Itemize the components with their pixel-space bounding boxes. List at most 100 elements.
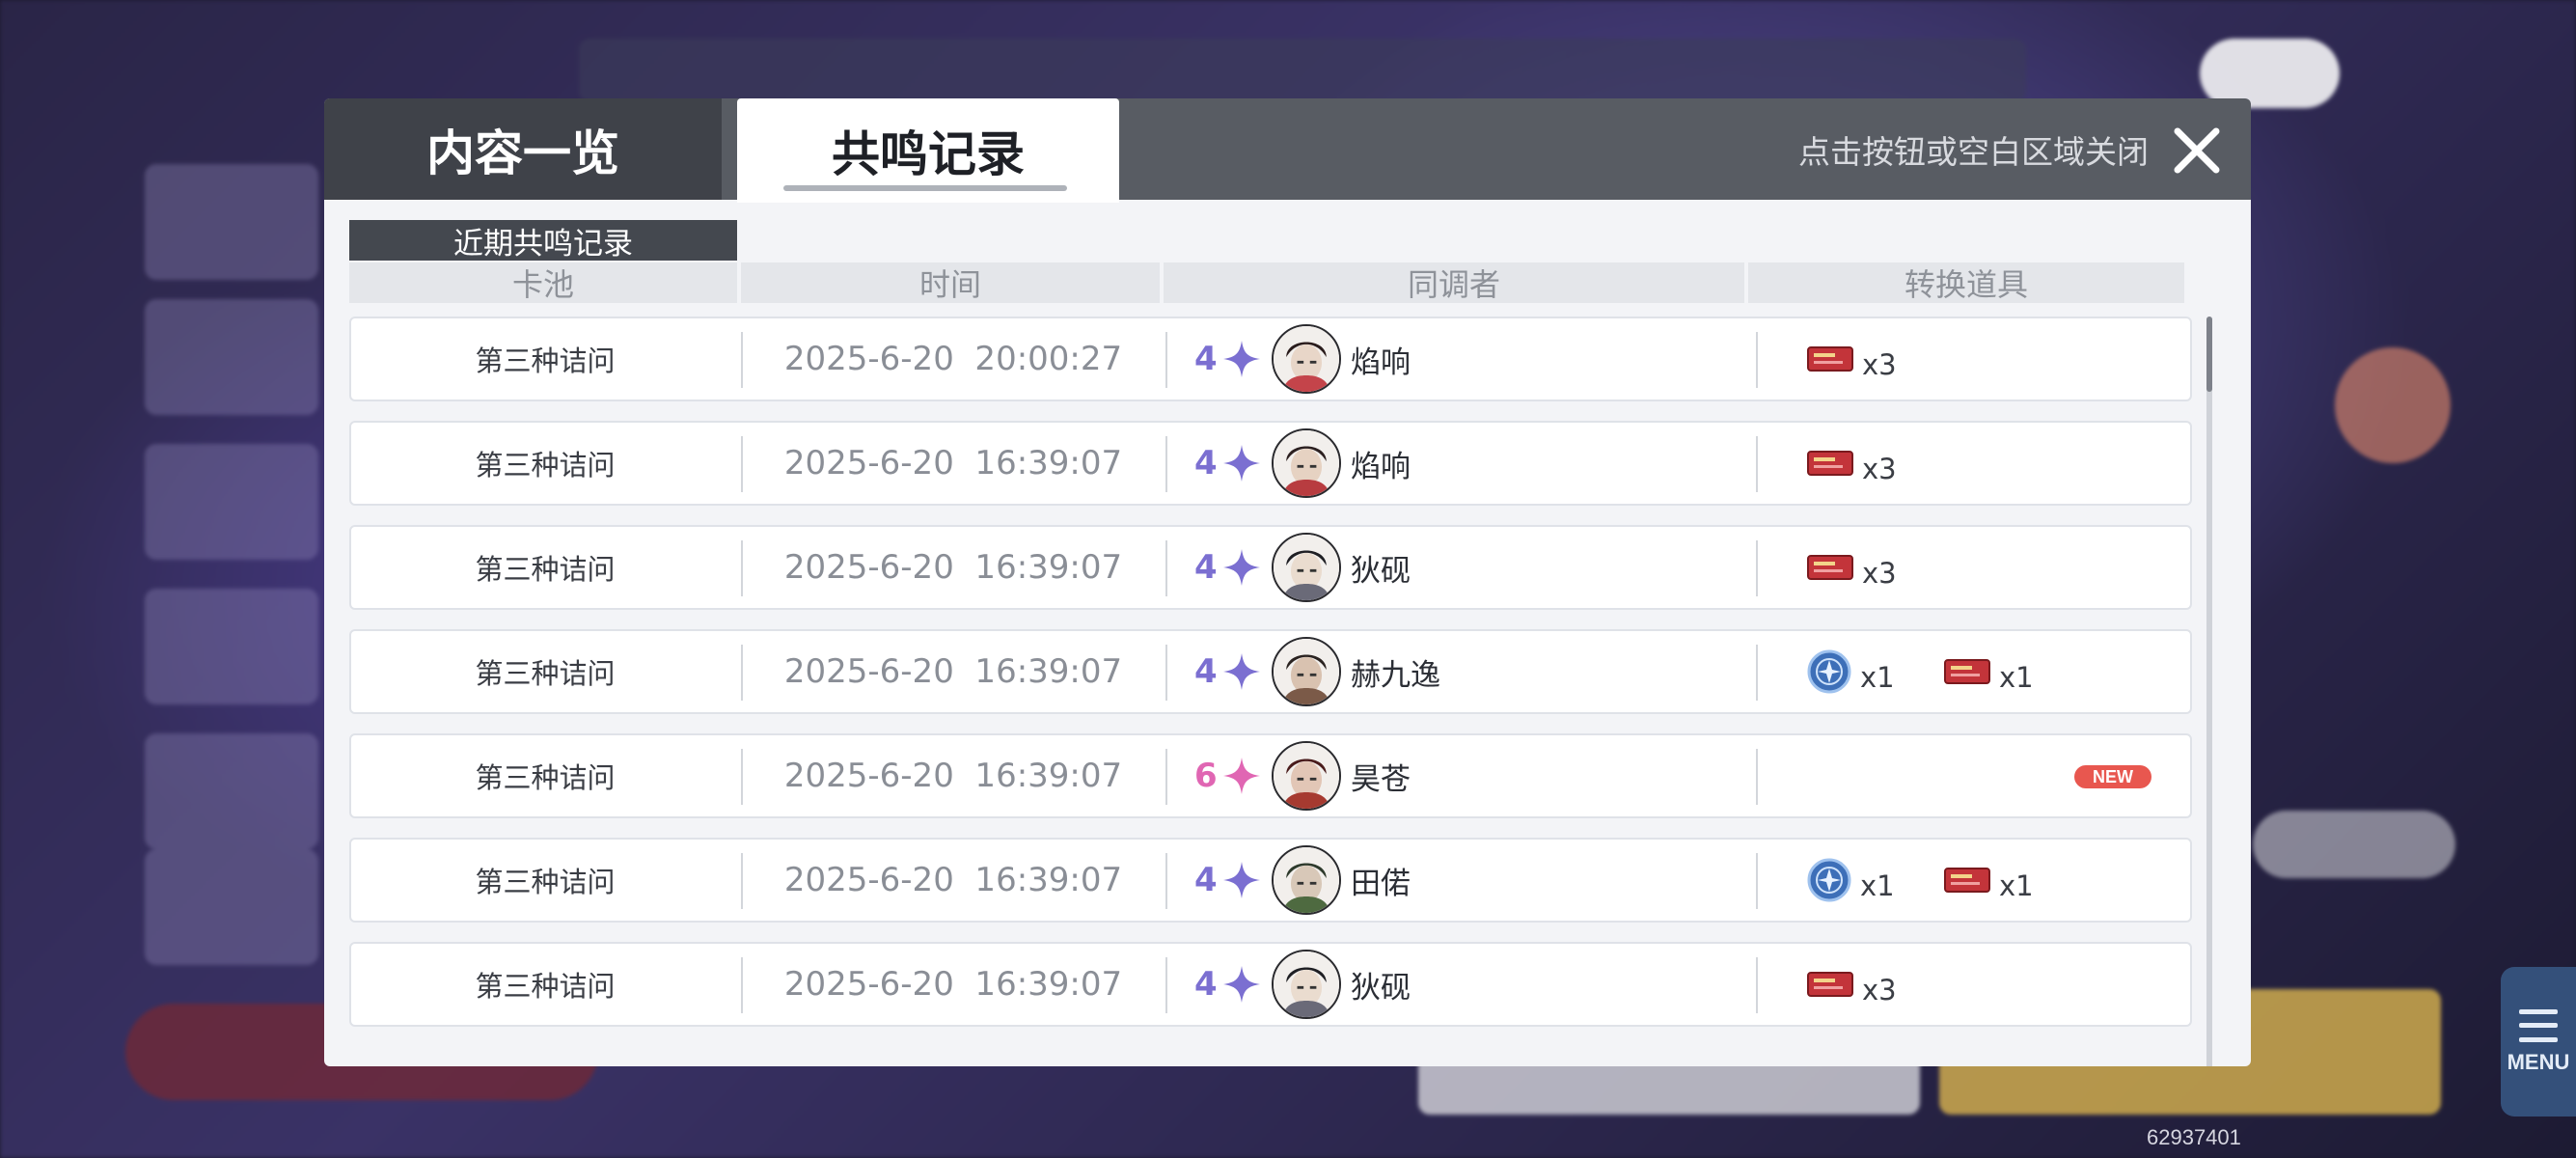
record-time: 2025-6-20 16:39:07 xyxy=(783,444,1123,482)
record-pool: 第三种诘问 xyxy=(475,866,616,898)
blue-coin-icon xyxy=(1807,649,1851,694)
converted-items: x3 xyxy=(1758,318,2192,400)
record-time: 2025-6-20 20:00:27 xyxy=(783,340,1123,378)
portrait-icon xyxy=(1274,951,1339,1017)
converted-item: x1 xyxy=(1806,840,1895,921)
item-quantity: x1 xyxy=(1860,661,1895,694)
rarity-number: 4 xyxy=(1194,340,1218,378)
table-header: 卡池 时间 同调者 转换道具 xyxy=(349,262,2184,303)
rarity-indicator: 4 xyxy=(1194,423,1262,504)
item-quantity: x1 xyxy=(1860,869,1895,902)
close-hint: 点击按钮或空白区域关闭 xyxy=(1798,132,2149,171)
converted-item: x3 xyxy=(1806,318,1897,400)
col-header-time: 时间 xyxy=(741,262,1160,303)
item-quantity: x3 xyxy=(1862,453,1897,485)
rarity-number: 4 xyxy=(1194,548,1218,587)
player-uid: 62937401 xyxy=(2147,1125,2241,1149)
menu-button[interactable]: MENU xyxy=(2501,967,2576,1117)
portrait-icon xyxy=(1274,639,1339,704)
converted-item: x3 xyxy=(1806,423,1897,504)
record-resonator: 4 焰响 xyxy=(1167,318,1756,400)
record-pool: 第三种诘问 xyxy=(475,970,616,1003)
close-icon[interactable] xyxy=(2170,124,2224,178)
record-time: 2025-6-20 16:39:07 xyxy=(783,861,1123,899)
converted-item: x3 xyxy=(1806,944,1897,1025)
resonator-name: 焰响 xyxy=(1351,449,1411,484)
resonator-name: 赫九逸 xyxy=(1351,657,1440,693)
tab-overview[interactable]: 内容一览 xyxy=(324,98,722,200)
record-row: 第三种诘问 2025-6-20 16:39:07 4 焰响 x3 xyxy=(349,421,2192,506)
item-quantity: x1 xyxy=(1999,869,2034,902)
new-badge: NEW xyxy=(2074,765,2151,788)
detail-pill xyxy=(2253,811,2455,878)
item-quantity: x3 xyxy=(1862,348,1897,381)
banner-card xyxy=(145,299,318,415)
resonator-name: 狄砚 xyxy=(1351,553,1411,589)
record-pool: 第三种诘问 xyxy=(475,553,616,586)
record-time: 2025-6-20 16:39:07 xyxy=(783,652,1123,691)
history-dialog: 内容一览 共鸣记录 点击按钮或空白区域关闭 近期共鸣记录 卡池 时间 同调者 转… xyxy=(324,98,2251,1066)
record-resonator: 4 狄砚 xyxy=(1167,944,1756,1025)
gift-icon xyxy=(2335,347,2451,463)
sparkle-star-icon xyxy=(1222,549,1260,586)
record-row: 第三种诘问 2025-6-20 16:39:07 4 赫九逸 x1 x1 xyxy=(349,629,2192,714)
sparkle-star-icon xyxy=(1222,341,1260,377)
scrollbar-thumb[interactable] xyxy=(2206,317,2212,392)
active-tab-indicator xyxy=(783,185,1067,191)
resonator-avatar xyxy=(1272,428,1341,498)
rarity-number: 6 xyxy=(1194,757,1218,795)
sparkle-star-icon xyxy=(1222,445,1260,482)
dialog-header: 内容一览 共鸣记录 点击按钮或空白区域关闭 xyxy=(324,98,2251,203)
resonator-avatar xyxy=(1272,533,1341,602)
sparkle-star-icon xyxy=(1222,862,1260,898)
converted-items: x1 x1 xyxy=(1758,840,2192,921)
resonator-avatar xyxy=(1272,741,1341,811)
rarity-indicator: 4 xyxy=(1194,944,1262,1025)
tab-resonance-history[interactable]: 共鸣记录 xyxy=(737,98,1119,203)
banner-card xyxy=(145,164,318,280)
scrollbar[interactable] xyxy=(2206,317,2212,1066)
rarity-indicator: 4 xyxy=(1194,318,1262,400)
rarity-number: 4 xyxy=(1194,652,1218,691)
record-time: 2025-6-20 16:39:07 xyxy=(783,757,1123,795)
portrait-icon xyxy=(1274,326,1339,392)
record-time: 2025-6-20 16:39:07 xyxy=(783,965,1123,1004)
red-ticket-icon xyxy=(1807,451,1853,476)
records-list[interactable]: 第三种诘问 2025-6-20 20:00:27 4 焰响 x3 第三种诘问 2025-6-… xyxy=(349,317,2202,1066)
menu-label: MENU xyxy=(2507,1049,2570,1074)
col-header-items: 转换道具 xyxy=(1748,262,2184,303)
converted-items: x3 xyxy=(1758,944,2192,1025)
red-ticket-icon xyxy=(1807,346,1853,372)
item-quantity: x3 xyxy=(1862,974,1897,1006)
red-ticket-icon xyxy=(1807,972,1853,997)
rarity-number: 4 xyxy=(1194,444,1218,482)
resonator-avatar xyxy=(1272,950,1341,1019)
record-time: 2025-6-20 16:39:07 xyxy=(783,548,1123,587)
record-row: 第三种诘问 2025-6-20 16:39:07 4 田偌 x1 x1 xyxy=(349,838,2192,923)
section-title: 近期共鸣记录 xyxy=(349,220,737,262)
tab-history-label: 共鸣记录 xyxy=(832,126,1025,182)
record-pool: 第三种诘问 xyxy=(475,345,616,377)
portrait-icon xyxy=(1274,535,1339,600)
converted-item: x1 xyxy=(1943,840,2034,921)
rarity-indicator: 4 xyxy=(1194,840,1262,921)
record-pool: 第三种诘问 xyxy=(475,761,616,794)
sparkle-star-icon xyxy=(1222,758,1260,794)
record-row: 第三种诘问 2025-6-20 16:39:07 4 狄砚 x3 xyxy=(349,525,2192,610)
banner-card xyxy=(145,444,318,560)
portrait-icon xyxy=(1274,743,1339,809)
resonator-avatar xyxy=(1272,845,1341,915)
converted-items: NEW xyxy=(1758,735,2192,816)
converted-item: x1 xyxy=(1943,631,2034,712)
converted-item: x1 xyxy=(1806,631,1895,712)
converted-items: x3 xyxy=(1758,423,2192,504)
record-resonator: 4 田偌 xyxy=(1167,840,1756,921)
record-row: 第三种诘问 2025-6-20 16:39:07 4 狄砚 x3 xyxy=(349,942,2192,1027)
record-pool: 第三种诘问 xyxy=(475,657,616,690)
rarity-indicator: 4 xyxy=(1194,527,1262,608)
blue-coin-icon xyxy=(1807,858,1851,902)
record-row: 第三种诘问 2025-6-20 20:00:27 4 焰响 x3 xyxy=(349,317,2192,401)
record-resonator: 6 昊苍 xyxy=(1167,735,1756,816)
converted-items: x3 xyxy=(1758,527,2192,608)
red-ticket-icon xyxy=(1944,659,1990,684)
